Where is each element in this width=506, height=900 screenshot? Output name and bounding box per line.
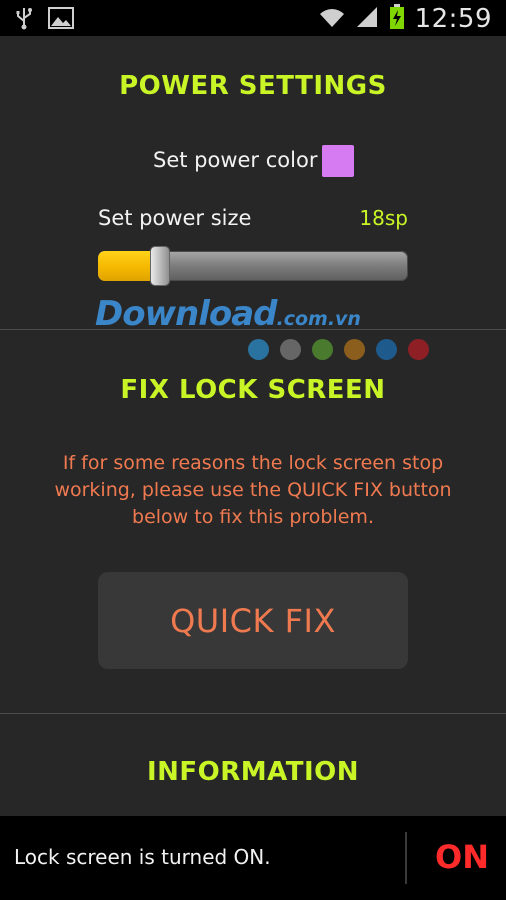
image-icon	[48, 6, 74, 34]
set-power-color-label: Set power color	[153, 148, 318, 172]
battery-charging-icon	[389, 4, 405, 34]
color-dot-3[interactable]	[312, 339, 333, 360]
watermark-sub-text: .com.vn	[276, 308, 361, 330]
bottom-status-bar: Lock screen is turned ON. ON	[0, 816, 506, 900]
power-size-slider-thumb[interactable]	[151, 247, 169, 285]
power-size-value: 18sp	[359, 206, 408, 230]
color-dot-4[interactable]	[344, 339, 365, 360]
message-line: If for some reasons the lock screen stop	[62, 452, 444, 474]
bottom-bar-divider	[405, 832, 407, 884]
section-divider	[0, 713, 506, 714]
fix-lock-screen-message: If for some reasons the lock screen stop…	[40, 450, 466, 531]
power-settings-title: POWER SETTINGS	[119, 71, 387, 101]
color-dot-5[interactable]	[376, 339, 397, 360]
message-line: working, please use the QUICK FIX button	[54, 479, 452, 501]
section-divider	[0, 329, 506, 330]
usb-icon	[14, 6, 34, 34]
lock-status-text: Lock screen is turned ON.	[14, 845, 271, 869]
color-dot-1[interactable]	[248, 339, 269, 360]
clock: 12:59	[414, 4, 492, 34]
set-power-size-label: Set power size	[98, 206, 252, 230]
signal-icon	[355, 6, 379, 32]
wifi-icon	[319, 6, 345, 32]
lock-toggle-button[interactable]: ON	[435, 838, 489, 876]
power-color-swatch[interactable]	[322, 145, 354, 177]
information-title: INFORMATION	[146, 757, 360, 787]
status-bar: 12:59	[0, 0, 506, 36]
quick-fix-button[interactable]: QUICK FIX	[98, 572, 408, 669]
color-dots	[248, 339, 429, 360]
watermark-logo: Download .com.vn	[95, 294, 425, 334]
watermark-main-text: Download	[95, 294, 277, 334]
fix-lock-screen-title: FIX LOCK SCREEN	[120, 375, 386, 405]
color-dot-2[interactable]	[280, 339, 301, 360]
color-dot-6[interactable]	[408, 339, 429, 360]
message-line: below to fix this problem.	[132, 506, 374, 528]
power-size-slider[interactable]	[98, 247, 408, 285]
